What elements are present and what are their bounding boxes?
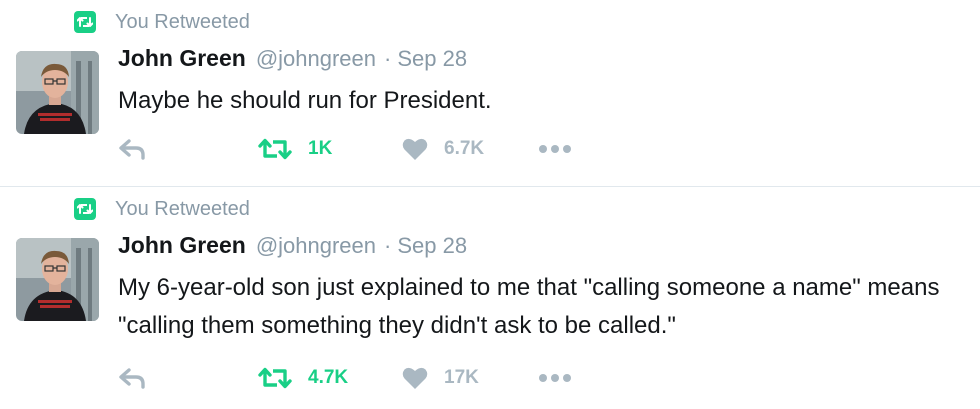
tweet-text: My 6-year-old son just explained to me t…	[118, 274, 940, 339]
retweet-badge-icon	[74, 198, 96, 220]
reply-button[interactable]	[118, 134, 146, 164]
author-handle[interactable]: @johngreen	[256, 46, 376, 72]
retweet-icon	[258, 138, 292, 160]
tweet-timestamp[interactable]: Sep 28	[397, 233, 467, 259]
like-button[interactable]: 17K	[402, 363, 479, 393]
more-button[interactable]	[538, 363, 572, 393]
more-dots-icon	[539, 145, 571, 153]
avatar[interactable]	[16, 51, 99, 134]
retweet-button[interactable]: 4.7K	[258, 363, 348, 393]
like-count: 17K	[444, 367, 479, 388]
avatar[interactable]	[16, 238, 99, 321]
context-label: You Retweeted	[115, 197, 250, 220]
retweet-context: You Retweeted	[74, 10, 250, 34]
separator-dot: ·	[384, 46, 392, 71]
reply-icon	[119, 368, 145, 389]
retweet-badge-icon	[74, 11, 96, 33]
author-name[interactable]: John Green	[118, 45, 246, 72]
more-dots-icon	[539, 374, 571, 382]
tweet-feed: You Retweeted John Green @johngreen · Se…	[0, 0, 980, 409]
reply-button[interactable]	[118, 363, 146, 393]
retweet-count: 4.7K	[308, 367, 349, 388]
tweet-actions: 1K 6.7K	[118, 134, 598, 164]
tweet-actions: 4.7K 17K	[118, 363, 598, 393]
tweet-header: John Green @johngreen · Sep 28	[118, 232, 467, 262]
author-name[interactable]: John Green	[118, 232, 246, 259]
retweet-button[interactable]: 1K	[258, 134, 332, 164]
like-count: 6.7K	[444, 138, 485, 159]
like-button[interactable]: 6.7K	[402, 134, 484, 164]
retweet-icon	[258, 367, 292, 389]
separator-dot: ·	[384, 233, 392, 258]
retweet-count: 1K	[308, 138, 333, 159]
tweet[interactable]: You Retweeted John Green @johngreen · Se…	[0, 0, 980, 186]
reply-icon	[119, 139, 145, 160]
heart-icon	[402, 138, 428, 160]
author-handle[interactable]: @johngreen	[256, 233, 376, 259]
retweet-context: You Retweeted	[74, 197, 250, 221]
tweet-header: John Green @johngreen · Sep 28	[118, 45, 467, 75]
tweet[interactable]: You Retweeted John Green @johngreen · Se…	[0, 187, 980, 409]
more-button[interactable]	[538, 134, 572, 164]
tweet-text: Maybe he should run for President.	[118, 87, 492, 114]
tweet-timestamp[interactable]: Sep 28	[397, 46, 467, 72]
context-label: You Retweeted	[115, 10, 250, 33]
heart-icon	[402, 367, 428, 389]
